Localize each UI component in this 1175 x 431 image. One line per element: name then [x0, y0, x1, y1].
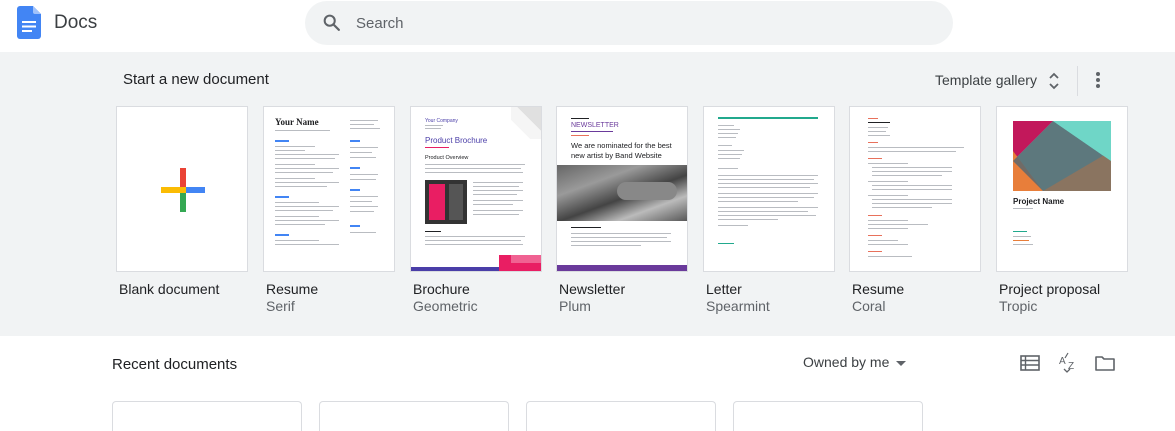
- template-style: Geometric: [413, 298, 478, 314]
- template-gallery-button[interactable]: Template gallery: [930, 64, 1064, 96]
- recent-document-card[interactable]: [112, 401, 302, 431]
- owner-filter-label: Owned by me: [803, 354, 890, 370]
- divider: [1077, 66, 1078, 96]
- recent-document-card[interactable]: [733, 401, 923, 431]
- recent-document-card[interactable]: [319, 401, 509, 431]
- template-thumbnail[interactable]: [703, 106, 835, 272]
- thumb-heading: Product Brochure: [425, 136, 488, 145]
- plus-icon: [161, 168, 205, 212]
- template-name: Resume: [266, 281, 319, 297]
- template-style: Plum: [559, 298, 591, 314]
- thumb-company: Your Company: [425, 118, 458, 124]
- search-bar[interactable]: [305, 1, 953, 45]
- folder-icon[interactable]: [1094, 352, 1116, 374]
- template-style: Serif: [266, 298, 295, 314]
- template-section: Start a new document Template gallery Bl…: [0, 52, 1175, 336]
- owner-filter-dropdown[interactable]: Owned by me: [803, 354, 907, 370]
- sort-az-icon[interactable]: A Z: [1057, 352, 1079, 374]
- caret-down-icon: [896, 360, 907, 366]
- section-title: Recent documents: [112, 356, 238, 373]
- top-bar: Docs: [0, 0, 1175, 52]
- template-name: Project proposal: [999, 281, 1101, 297]
- template-thumbnail[interactable]: NEWSLETTER We are nominated for the best…: [556, 106, 688, 272]
- template-style: Coral: [852, 298, 886, 314]
- template-name: Blank document: [119, 281, 220, 297]
- template-thumbnail[interactable]: Project Name: [996, 106, 1128, 272]
- more-options-icon[interactable]: [1087, 66, 1109, 94]
- template-style: Spearmint: [706, 298, 770, 314]
- template-name: Resume: [852, 281, 905, 297]
- thumb-masthead: NEWSLETTER: [571, 122, 619, 129]
- thumb-heading: Your Name: [275, 117, 319, 127]
- template-gallery-label: Template gallery: [935, 72, 1037, 88]
- recent-document-card[interactable]: [526, 401, 716, 431]
- section-title: Start a new document: [123, 71, 269, 88]
- thumb-subheading: Product Overview: [425, 155, 469, 161]
- template-name: Newsletter: [559, 281, 626, 297]
- search-icon[interactable]: [321, 12, 343, 34]
- search-input[interactable]: [356, 1, 916, 45]
- template-style: Tropic: [999, 298, 1038, 314]
- template-thumbnail[interactable]: [116, 106, 248, 272]
- app-name[interactable]: Docs: [54, 12, 97, 34]
- unfold-more-icon: [1049, 72, 1059, 90]
- thumb-cover-art: [1013, 121, 1111, 191]
- template-name: Letter: [706, 281, 742, 297]
- thumb-heading: Project Name: [1013, 197, 1065, 206]
- template-name: Brochure: [413, 281, 470, 297]
- recent-section: Recent documents Owned by me A Z: [0, 336, 1175, 431]
- list-view-icon[interactable]: [1019, 352, 1041, 374]
- template-thumbnail[interactable]: [849, 106, 981, 272]
- docs-logo-icon[interactable]: [17, 6, 41, 39]
- thumb-headline: We are nominated for the best new artist…: [571, 141, 672, 160]
- template-thumbnail[interactable]: Your Name: [263, 106, 395, 272]
- template-thumbnail[interactable]: Your Company Product Brochure Product Ov…: [410, 106, 542, 272]
